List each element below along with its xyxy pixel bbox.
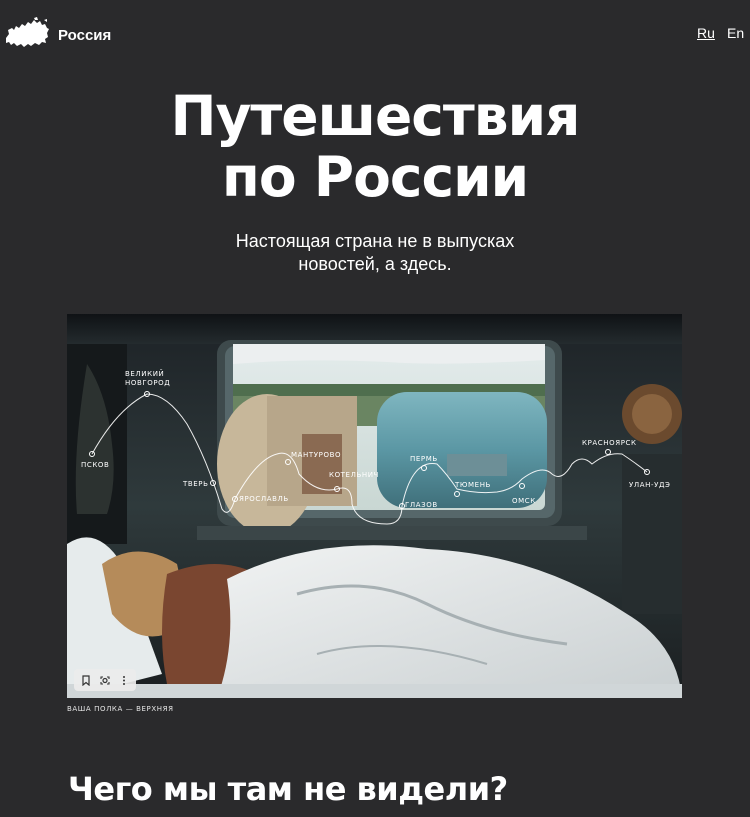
city-perm: ПЕРМЬ [410,455,438,463]
logo-text: Россия [58,26,112,44]
section-title: Чего мы там не видели? [68,770,508,808]
lens-search-icon[interactable] [97,672,113,688]
hero-title-line1: Путешествия [170,84,581,148]
language-en-link[interactable]: En [727,25,744,41]
site-logo[interactable]: Россия [4,16,111,50]
hero-photo: ПСКОВ ВЕЛИКИЙ НОВГОРОД ТВЕРЬ ЯРОСЛАВЛЬ М… [67,314,682,698]
hero-title: Путешествия по России [0,86,750,208]
photo-caption: ВАША ПОЛКА — ВЕРХНЯЯ [67,705,174,713]
language-ru-link[interactable]: Ru [697,25,715,41]
city-yaroslavl: ЯРОСЛАВЛЬ [239,495,289,503]
image-toolbar [74,669,136,691]
city-pskov: ПСКОВ [81,461,109,469]
city-tyumen: ТЮМЕНЬ [454,481,491,489]
city-novgorod: НОВГОРОД [125,379,170,387]
more-options-icon[interactable] [116,672,132,688]
site-header: Россия Ru En [0,0,750,70]
city-glazov: ГЛАЗОВ [405,501,438,509]
hero-title-line2: по России [221,145,529,209]
city-krasnoyarsk: КРАСНОЯРСК [582,439,637,447]
city-veliky: ВЕЛИКИЙ [125,369,164,378]
city-tver: ТВЕРЬ [182,480,209,488]
city-ulan-ude: УЛАН-УДЭ [629,481,671,489]
city-manturovo: МАНТУРОВО [291,451,341,459]
bookmark-icon[interactable] [78,672,94,688]
russia-map-icon [6,17,49,47]
city-omsk: ОМСК [512,497,536,505]
hero-subtitle-line1: Настоящая страна не в выпусках [235,231,515,251]
route-map-overlay: ПСКОВ ВЕЛИКИЙ НОВГОРОД ТВЕРЬ ЯРОСЛАВЛЬ М… [81,369,671,525]
hero-subtitle-line2: новостей, а здесь. [298,254,452,274]
city-kotelnich: КОТЕЛЬНИЧ [329,471,379,479]
hero-subtitle: Настоящая страна не в выпусках новостей,… [0,230,750,276]
